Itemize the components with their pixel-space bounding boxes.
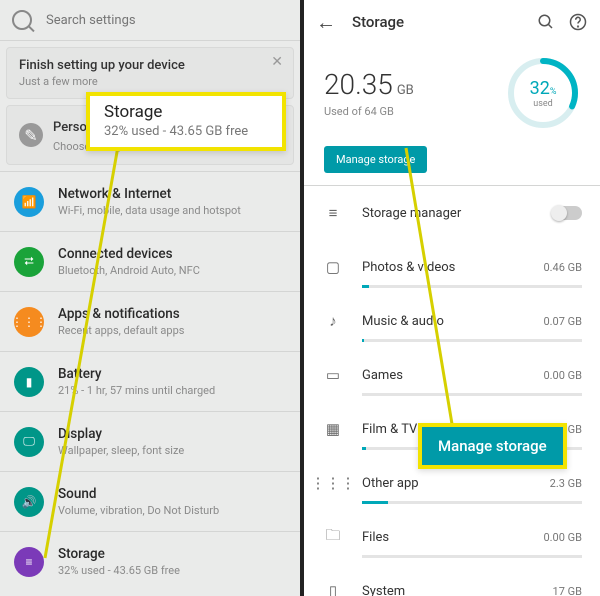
used-unit: GB	[397, 83, 414, 98]
row-icon: ▭	[322, 366, 344, 384]
battery-icon: ▮	[14, 367, 44, 397]
storage-row[interactable]: ≡ Storage manager	[304, 186, 600, 240]
storage-icon: ≡	[14, 547, 44, 577]
row-label: Photos & videos	[362, 260, 543, 275]
used-value: 20.35	[324, 68, 393, 101]
storage-row[interactable]: 🗀 Files0.00 GB	[304, 510, 600, 564]
settings-item-sound[interactable]: 🔊 Sound Volume, vibration, Do Not Distur…	[0, 472, 300, 531]
manage-storage-button[interactable]: Manage storage	[324, 146, 427, 173]
edit-icon: ✎	[19, 123, 43, 147]
row-label: Storage manager	[362, 206, 552, 221]
storage-row[interactable]: ▢ Photos & videos0.46 GB	[304, 240, 600, 294]
callout-sub: 32% used - 43.65 GB free	[104, 124, 268, 139]
ring-label: used	[533, 99, 552, 109]
back-icon[interactable]: ←	[316, 10, 336, 35]
toggle[interactable]	[552, 206, 582, 220]
wifi-icon: 📶	[14, 187, 44, 217]
usage-ring: 32% used	[506, 56, 580, 130]
row-label: Other app	[362, 476, 550, 491]
storage-row[interactable]: ▭ Games0.00 GB	[304, 348, 600, 402]
item-sub: Bluetooth, Android Auto, NFC	[58, 264, 200, 277]
progress-bar	[362, 285, 582, 288]
item-sub: Wi-Fi, mobile, data usage and hotspot	[58, 204, 241, 217]
item-title: Battery	[58, 366, 215, 382]
progress-bar	[362, 393, 582, 396]
progress-bar	[362, 339, 582, 342]
row-value: 0.00 GB	[543, 369, 582, 382]
settings-panel: ✕ Finish setting up your device Just a f…	[0, 0, 300, 596]
settings-item-storage[interactable]: ≡ Storage 32% used - 43.65 GB free	[0, 532, 300, 591]
ring-percent: 32	[530, 78, 550, 99]
search-bar[interactable]	[0, 0, 300, 40]
help-icon[interactable]	[568, 12, 588, 32]
item-sub: Wallpaper, sleep, font size	[58, 444, 184, 457]
setup-title: Finish setting up your device	[19, 58, 281, 73]
item-sub: Volume, vibration, Do Not Disturb	[58, 504, 219, 517]
storage-row[interactable]: ▯ System17 GB	[304, 564, 600, 596]
callout-manage: Manage storage	[418, 423, 567, 469]
row-icon: 🗀	[322, 525, 344, 550]
row-value: 0.07 GB	[543, 315, 582, 328]
search-icon[interactable]	[536, 12, 556, 32]
item-sub: Recent apps, default apps	[58, 324, 184, 337]
used-of: Used of 64 GB	[324, 105, 506, 118]
row-value: 0.46 GB	[543, 261, 582, 274]
item-title: Display	[58, 426, 184, 442]
item-title: Connected devices	[58, 246, 200, 262]
page-title: Storage	[352, 13, 524, 31]
progress-bar	[362, 555, 582, 558]
settings-item-wifi[interactable]: 📶 Network & Internet Wi-Fi, mobile, data…	[0, 172, 300, 231]
sound-icon: 🔊	[14, 487, 44, 517]
search-input[interactable]	[46, 13, 288, 28]
row-icon: ⋮⋮⋮	[322, 474, 344, 492]
settings-item-battery[interactable]: ▮ Battery 21% - 1 hr, 57 mins until char…	[0, 352, 300, 411]
setup-sub: Just a few more	[19, 75, 281, 88]
item-title: Sound	[58, 486, 219, 502]
storage-header: ← Storage	[304, 0, 600, 44]
row-value: 0.00 GB	[543, 531, 582, 544]
progress-bar	[362, 501, 582, 504]
row-label: Files	[362, 530, 543, 545]
callout-storage: Storage 32% used - 43.65 GB free	[86, 92, 286, 151]
callout-title: Manage storage	[438, 437, 547, 455]
settings-item-apps[interactable]: ⋮⋮⋮ Apps & notifications Recent apps, de…	[0, 292, 300, 351]
item-sub: 32% used - 43.65 GB free	[58, 564, 180, 577]
devices-icon: ⮂	[14, 247, 44, 277]
row-icon: ▯	[322, 582, 344, 596]
storage-summary: 20.35 GB Used of 64 GB 32% used	[304, 44, 600, 138]
item-title: Network & Internet	[58, 186, 241, 202]
row-icon: ≡	[322, 204, 344, 222]
item-sub: 21% - 1 hr, 57 mins until charged	[58, 384, 215, 397]
item-title: Apps & notifications	[58, 306, 184, 322]
row-label: Games	[362, 368, 543, 383]
row-value: 2.3 GB	[550, 477, 582, 490]
row-icon: ♪	[322, 312, 344, 330]
search-icon	[12, 10, 32, 30]
settings-item-display[interactable]: 🖵 Display Wallpaper, sleep, font size	[0, 412, 300, 471]
apps-icon: ⋮⋮⋮	[14, 307, 44, 337]
storage-panel: ← Storage 20.35 GB Used of 64 GB 32% used…	[304, 0, 600, 596]
storage-row[interactable]: ♪ Music & audio0.07 GB	[304, 294, 600, 348]
row-label: System	[362, 584, 553, 596]
display-icon: 🖵	[14, 427, 44, 457]
item-title: Storage	[58, 546, 180, 562]
row-icon: ▢	[322, 258, 344, 276]
row-label: Music & audio	[362, 314, 543, 329]
row-value: 17 GB	[553, 585, 582, 596]
close-icon[interactable]: ✕	[271, 54, 283, 70]
settings-item-devices[interactable]: ⮂ Connected devices Bluetooth, Android A…	[0, 232, 300, 291]
row-icon: ▦	[322, 420, 344, 438]
callout-title: Storage	[104, 102, 268, 122]
